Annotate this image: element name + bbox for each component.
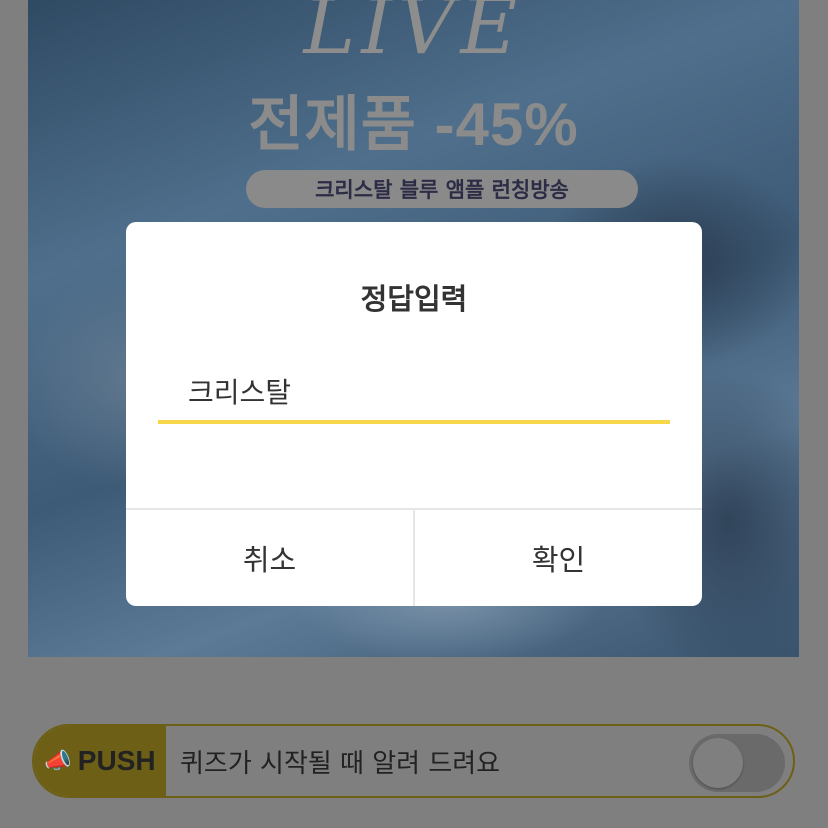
confirm-button[interactable]: 확인 [413, 510, 702, 606]
banner-live-title: LIVE [303, 0, 524, 72]
push-badge-label: PUSH [77, 745, 156, 776]
dialog-title: 정답입력 [360, 282, 468, 316]
banner-sale-text: 전제품 -45% [248, 91, 579, 158]
push-toggle-switch[interactable] [689, 734, 785, 792]
toggle-knob [693, 738, 743, 788]
cancel-button[interactable]: 취소 [126, 510, 413, 606]
megaphone-icon: 📣 [44, 748, 72, 774]
push-badge: 📣 PUSH [34, 726, 166, 796]
push-message: 퀴즈가 시작될 때 알려 드려요 [180, 748, 501, 779]
answer-input-dialog: 정답입력 취소 확인 [126, 222, 702, 606]
dialog-footer: 취소 확인 [126, 508, 702, 606]
banner-product-pill: 크리스탈 블루 앰플 런칭방송 [246, 170, 638, 208]
answer-input[interactable] [158, 362, 670, 424]
push-notification-bar: 📣 PUSH 퀴즈가 시작될 때 알려 드려요 [32, 724, 795, 798]
